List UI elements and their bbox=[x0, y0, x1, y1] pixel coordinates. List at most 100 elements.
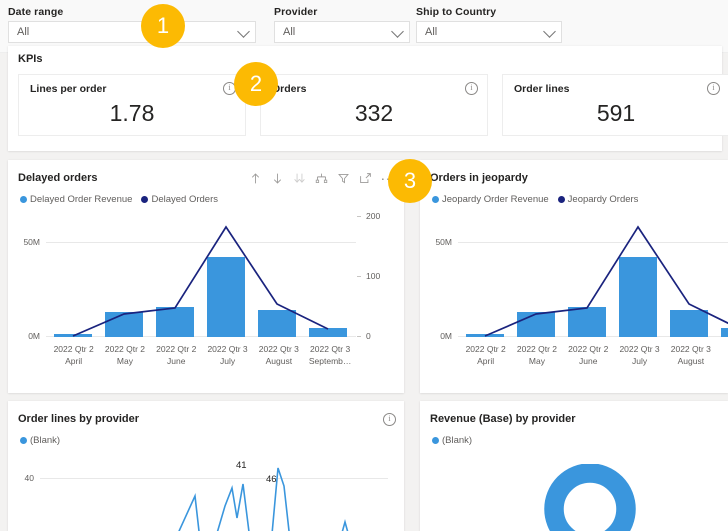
x-axis-labels: 2022 Qtr 2 April 2022 Qtr 2 May 2022 Qtr… bbox=[460, 343, 728, 367]
info-icon[interactable]: i bbox=[465, 82, 478, 95]
info-icon[interactable]: i bbox=[707, 82, 720, 95]
x-axis-label: 2022 Qtr 2 April bbox=[48, 343, 99, 367]
filter-date-range-dropdown[interactable]: All bbox=[8, 21, 256, 43]
annotation-badge-3: 3 bbox=[388, 159, 432, 203]
x-axis-label: 2022 Qtr 2 June bbox=[563, 343, 614, 367]
filter-date-range-label: Date range bbox=[8, 6, 64, 18]
x-axis-label-quarter: 2022 Qtr 2 bbox=[568, 344, 609, 354]
legend-label: Jeopardy Order Revenue bbox=[442, 194, 549, 205]
kpi-card-lines-per-order[interactable]: Lines per order i 1.78 bbox=[18, 74, 246, 136]
x-axis-label-quarter: 202 bbox=[716, 343, 728, 355]
legend-item[interactable]: (Blank) bbox=[432, 435, 472, 446]
x-axis-label-month: April bbox=[65, 356, 83, 366]
filter-funnel-icon[interactable] bbox=[337, 172, 350, 185]
filter-ship-to-country-label: Ship to Country bbox=[416, 6, 497, 18]
x-axis-label-month: June bbox=[167, 356, 186, 366]
chart-plot-area: 40 41 46 bbox=[8, 450, 404, 531]
panel-title: Order lines by provider bbox=[18, 413, 140, 425]
x-axis-label-month: Septemb… bbox=[308, 356, 352, 366]
legend-item[interactable]: Delayed Orders bbox=[141, 194, 218, 205]
expand-all-down-icon[interactable] bbox=[293, 172, 306, 185]
legend-label: Delayed Orders bbox=[151, 194, 218, 205]
filter-ship-to-country-dropdown[interactable]: All bbox=[416, 21, 562, 43]
panel-title: Delayed orders bbox=[18, 172, 98, 184]
x-axis-label: 2022 Qtr 3 August bbox=[665, 343, 716, 367]
filter-date-range-value: All bbox=[17, 26, 30, 38]
legend-item[interactable]: (Blank) bbox=[20, 435, 60, 446]
x-axis-label-quarter: 2022 Qtr 3 bbox=[258, 344, 299, 354]
drill-hierarchy-icon[interactable] bbox=[315, 172, 328, 185]
y-axis-tick-left: 0M bbox=[28, 331, 40, 341]
filter-provider-value: All bbox=[283, 26, 296, 38]
y-axis-tick: 40 bbox=[24, 473, 34, 483]
line-series bbox=[178, 467, 349, 531]
panel-header: Orders in jeopardy bbox=[420, 160, 728, 187]
filter-ship-to-country-value: All bbox=[425, 26, 438, 38]
kpi-card-title: Lines per order bbox=[30, 82, 107, 95]
x-axis-label-quarter: 2022 Qtr 3 bbox=[207, 344, 248, 354]
x-axis-label-quarter: 2022 Qtr 3 bbox=[619, 344, 660, 354]
drill-up-arrow-icon[interactable] bbox=[249, 172, 262, 185]
y-axis-tick-left: 0M bbox=[440, 331, 452, 341]
legend-color-dot bbox=[557, 196, 565, 203]
x-axis-label-quarter: 2022 Qtr 2 bbox=[104, 344, 146, 354]
chevron-down-icon bbox=[391, 25, 404, 38]
drill-down-arrow-icon[interactable] bbox=[271, 172, 284, 185]
x-axis-label-quarter: 2022 Qtr 3 bbox=[670, 344, 711, 354]
chart-legend: Jeopardy Order Revenue Jeopardy Orders bbox=[420, 187, 728, 205]
x-axis-label-quarter: 2022 Qtr 2 bbox=[516, 344, 558, 354]
legend-item[interactable]: Jeopardy Orders bbox=[557, 194, 639, 205]
chart-plot-area bbox=[420, 450, 728, 531]
legend-label: (Blank) bbox=[442, 435, 473, 446]
chart-plot-area: 50M 0M 200 100 0 2022 Qtr 2 April 2022 Q… bbox=[8, 209, 404, 379]
kpi-section-title: KPIs bbox=[18, 53, 43, 65]
tickmark bbox=[357, 216, 361, 217]
line-series bbox=[484, 225, 728, 337]
kpi-card-row: Lines per order i 1.78 Orders i 332 Orde… bbox=[18, 74, 728, 136]
x-axis-label-month: July bbox=[219, 356, 236, 366]
filter-provider-dropdown[interactable]: All bbox=[274, 21, 410, 43]
line-series bbox=[72, 225, 329, 337]
x-axis-labels: 2022 Qtr 2 April 2022 Qtr 2 May 2022 Qtr… bbox=[48, 343, 356, 367]
y-axis-tick-right: 100 bbox=[366, 271, 381, 281]
legend-label: (Blank) bbox=[30, 435, 61, 446]
x-axis-label-quarter: 2022 Qtr 3 bbox=[310, 344, 351, 354]
kpi-card-header: Order lines i bbox=[503, 75, 728, 95]
panel-header: Delayed orders bbox=[8, 160, 404, 187]
kpi-card-title: Order lines bbox=[514, 82, 570, 95]
legend-item[interactable]: Delayed Order Revenue bbox=[20, 194, 132, 205]
donut-chart[interactable] bbox=[530, 464, 650, 531]
x-axis-label: 2022 Qtr 3 Septemb… bbox=[304, 343, 355, 367]
x-axis-label-month: August bbox=[677, 356, 705, 366]
panel-revenue-base-by-provider: Revenue (Base) by provider (Blank) bbox=[420, 401, 728, 531]
panel-delayed-orders: Delayed orders Delayed Order Revenue Del… bbox=[8, 160, 404, 393]
filter-provider-label: Provider bbox=[274, 6, 318, 18]
x-axis-label-quarter: 2022 Qtr 2 bbox=[156, 344, 197, 354]
info-icon[interactable]: i bbox=[383, 412, 396, 426]
x-axis-label: 2022 Qtr 3 July bbox=[614, 343, 665, 367]
kpi-card-header: Lines per order i bbox=[19, 75, 245, 95]
filter-ship-to-country: Ship to Country All bbox=[416, 6, 562, 43]
kpi-card-orders[interactable]: Orders i 332 bbox=[260, 74, 488, 136]
x-axis-label: 2022 Qtr 3 July bbox=[202, 343, 253, 367]
focus-mode-icon[interactable] bbox=[359, 172, 372, 185]
x-axis-label-quarter: 2022 Qtr 2 bbox=[53, 344, 94, 354]
panel-header: Order lines by provider i bbox=[8, 401, 404, 428]
legend-label: Jeopardy Orders bbox=[567, 194, 639, 205]
panel-header: Revenue (Base) by provider bbox=[420, 401, 728, 428]
kpi-card-value: 1.78 bbox=[109, 100, 155, 126]
x-axis-label-month: Sep bbox=[716, 355, 728, 367]
x-axis-label: 2022 Qtr 2 June bbox=[151, 343, 202, 367]
visual-toolbar: ··· bbox=[249, 171, 397, 185]
legend-item[interactable]: Jeopardy Order Revenue bbox=[432, 194, 549, 205]
tickmark bbox=[357, 336, 361, 337]
x-axis-label: 2022 Qtr 2 May bbox=[99, 343, 150, 367]
panel-title: Revenue (Base) by provider bbox=[430, 413, 576, 425]
panel-orders-in-jeopardy: Orders in jeopardy Jeopardy Order Revenu… bbox=[420, 160, 728, 393]
x-axis-label-quarter: 2022 Qtr 2 bbox=[465, 344, 506, 354]
x-axis-label: 2022 Qtr 2 April bbox=[460, 343, 511, 367]
chevron-down-icon bbox=[543, 25, 556, 38]
legend-color-dot bbox=[141, 196, 149, 203]
kpi-card-value: 332 bbox=[354, 100, 394, 126]
kpi-card-order-lines[interactable]: Order lines i 591 bbox=[502, 74, 728, 136]
